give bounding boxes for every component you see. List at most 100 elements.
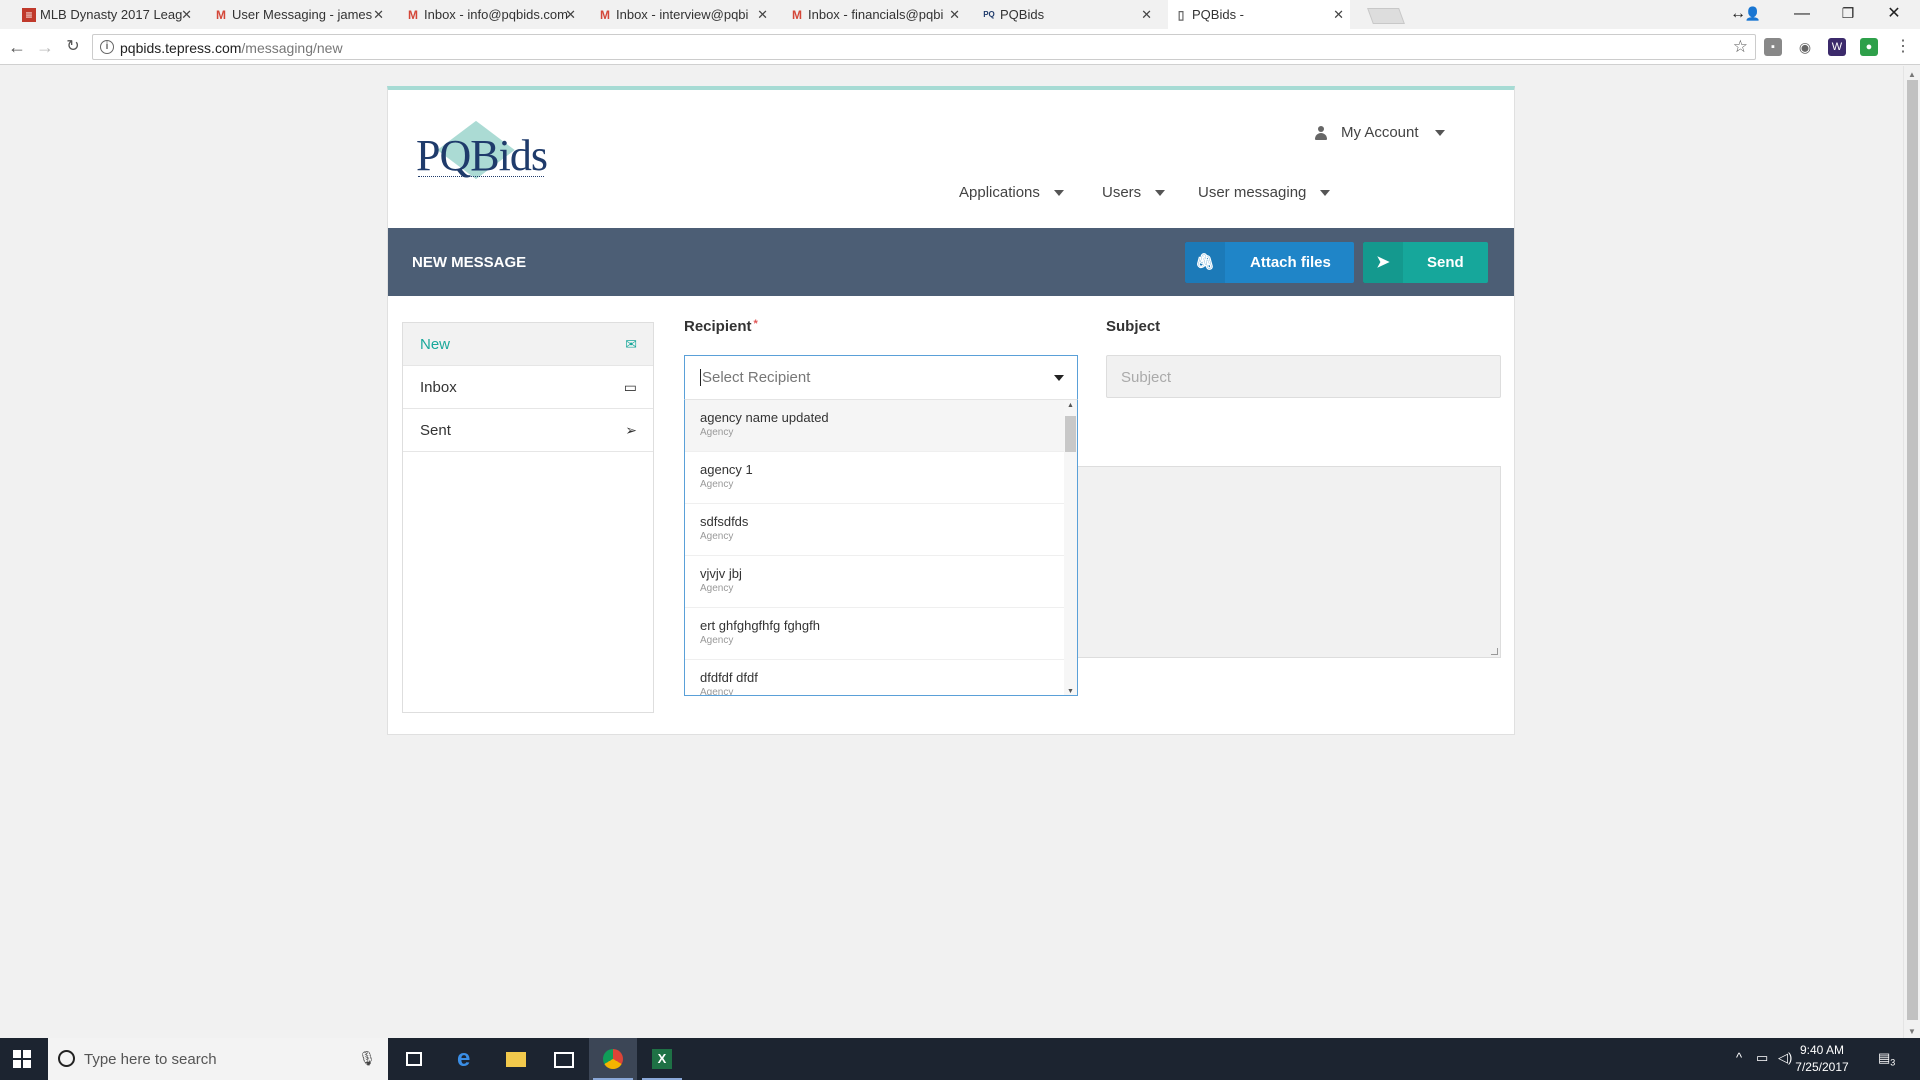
nav-users[interactable]: Users — [1102, 184, 1166, 201]
subject-placeholder: Subject — [1121, 369, 1172, 386]
task-view-glyph — [406, 1052, 422, 1066]
chevron-down-icon — [1155, 189, 1166, 196]
page-scrollbar[interactable]: ▲ ▼ — [1903, 66, 1920, 1038]
message-sidebar: New ✉ Inbox ▭ Sent ➢ — [402, 322, 654, 713]
dropdown-scroll-thumb[interactable] — [1065, 416, 1076, 452]
subject-input[interactable]: Subject — [1106, 355, 1501, 398]
attach-files-label: Attach files — [1250, 254, 1331, 271]
attach-files-button[interactable]: 🖇 Attach files — [1185, 242, 1354, 283]
recipient-select[interactable]: Select Recipient — [684, 355, 1078, 399]
sidebar-item-sent[interactable]: Sent ➢ — [403, 409, 653, 452]
scroll-down-icon[interactable]: ▼ — [1067, 688, 1074, 695]
user-icon — [1315, 125, 1327, 140]
url-text: pqbids.tepress.com/messaging/new — [120, 40, 343, 56]
chrome-taskbar-icon[interactable] — [589, 1038, 637, 1080]
pqbids-favicon: PQ — [983, 10, 995, 19]
send-button[interactable]: ➤ Send — [1363, 242, 1488, 283]
page-title: NEW MESSAGE — [412, 254, 527, 271]
sidebar-item-new[interactable]: New ✉ — [403, 323, 653, 366]
close-window-icon[interactable]: ✕ — [1872, 0, 1916, 29]
scroll-thumb[interactable] — [1907, 80, 1918, 1020]
edge-browser-icon[interactable]: e — [443, 1038, 491, 1080]
windows-start-icon[interactable] — [13, 1050, 31, 1068]
eye-extension-icon[interactable]: ◉ — [1796, 38, 1814, 56]
folder-glyph — [506, 1052, 526, 1067]
microphone-icon[interactable]: 🎙 — [358, 1050, 376, 1067]
recipient-option[interactable]: vjvjv jbj Agency — [685, 556, 1077, 608]
recipient-option-name: dfdfdf dfdf — [700, 670, 758, 685]
browser-tab[interactable]: M Inbox - interview@pqbi ✕ — [592, 0, 774, 29]
inbox-icon: ▭ — [623, 379, 637, 395]
forward-icon[interactable]: → — [32, 34, 58, 60]
address-bar[interactable]: i pqbids.tepress.com/messaging/new ☆ — [92, 34, 1756, 60]
pqbids-logo[interactable]: PQBids — [416, 118, 548, 188]
back-icon[interactable]: ← — [4, 34, 30, 60]
chevron-down-icon — [1053, 189, 1064, 196]
my-account-menu[interactable]: My Account — [1315, 124, 1445, 141]
file-explorer-icon[interactable] — [492, 1038, 540, 1080]
new-extension-icon[interactable]: ● — [1860, 38, 1878, 56]
network-icon[interactable]: ▭ — [1756, 1050, 1768, 1066]
browser-tab[interactable]: PQ PQBids ✕ — [976, 0, 1158, 29]
task-view-icon[interactable] — [392, 1038, 440, 1080]
restore-icon[interactable]: ❐ — [1826, 0, 1870, 29]
scroll-up-icon[interactable]: ▲ — [1067, 402, 1074, 409]
w-extension-icon[interactable]: W — [1828, 38, 1846, 56]
taskbar-clock[interactable]: 9:40 AM 7/25/2017 — [1782, 1042, 1862, 1076]
page-icon: ▯ — [1177, 8, 1185, 22]
extension-icon[interactable]: ▪ — [1764, 38, 1782, 56]
recipient-option-name: sdfsdfds — [700, 514, 749, 529]
minimize-icon[interactable]: — — [1780, 0, 1824, 29]
resize-handle-icon[interactable] — [1491, 648, 1498, 655]
recipient-option[interactable]: agency name updated Agency — [685, 400, 1077, 452]
chrome-glyph — [603, 1049, 623, 1069]
sidebar-item-inbox[interactable]: Inbox ▭ — [403, 366, 653, 409]
browser-tab[interactable]: M Inbox - info@pqbids.com ✕ — [400, 0, 582, 29]
show-hidden-icons-icon[interactable]: ^ — [1736, 1050, 1742, 1065]
recipient-option-type: Agency — [700, 687, 734, 696]
message-body-textarea[interactable] — [1078, 466, 1501, 658]
subject-label: Subject — [1106, 318, 1161, 335]
profile-icon[interactable]: 👤 — [1740, 0, 1766, 29]
close-tab-icon[interactable]: ✕ — [1333, 7, 1344, 23]
recipient-option[interactable]: ert ghfghgfhfg fghgfh Agency — [685, 608, 1077, 660]
messaging-card: PQBids My Account Applications Users Use… — [387, 86, 1515, 735]
browser-tab-active[interactable]: ▯ PQBids - ✕ — [1168, 0, 1350, 29]
scroll-down-icon[interactable]: ▼ — [1908, 1027, 1916, 1036]
close-tab-icon[interactable]: ✕ — [757, 7, 768, 23]
new-tab-button[interactable] — [1367, 8, 1405, 24]
recipient-option[interactable]: dfdfdf dfdf Agency — [685, 660, 1077, 696]
close-tab-icon[interactable]: ✕ — [373, 7, 384, 23]
action-center-icon[interactable]: ▤3 — [1878, 1050, 1895, 1068]
browser-tab[interactable]: M User Messaging - james ✕ — [208, 0, 390, 29]
dropdown-scrollbar[interactable]: ▲ ▼ — [1064, 400, 1077, 695]
sidebar-item-label: Inbox — [420, 379, 457, 396]
info-icon[interactable]: i — [100, 40, 114, 54]
scroll-up-icon[interactable]: ▲ — [1908, 70, 1916, 79]
windows-taskbar: Type here to search 🎙 e X ^ ▭ ◁) 9:40 AM… — [0, 1038, 1920, 1080]
browser-tab[interactable]: M Inbox - financials@pqbi ✕ — [784, 0, 966, 29]
close-tab-icon[interactable]: ✕ — [565, 7, 576, 23]
reload-icon[interactable]: ↻ — [60, 34, 86, 60]
close-tab-icon[interactable]: ✕ — [1141, 7, 1152, 23]
menu-icon[interactable]: ⋮ — [1890, 34, 1916, 60]
nav-user-messaging[interactable]: User messaging — [1198, 184, 1331, 201]
close-tab-icon[interactable]: ✕ — [181, 7, 192, 23]
nav-label: Applications — [959, 184, 1040, 201]
recipient-option-name: agency name updated — [700, 410, 829, 425]
excel-taskbar-icon[interactable]: X — [638, 1038, 686, 1080]
browser-tab[interactable]: ≡ MLB Dynasty 2017 Leag ✕ — [16, 0, 198, 29]
envelope-icon: ✉ — [625, 336, 637, 352]
recipient-option[interactable]: agency 1 Agency — [685, 452, 1077, 504]
gmail-icon: M — [408, 8, 418, 22]
store-icon[interactable] — [540, 1038, 588, 1080]
recipient-option-type: Agency — [700, 479, 734, 490]
taskbar-search-placeholder: Type here to search — [84, 1051, 217, 1068]
close-tab-icon[interactable]: ✕ — [949, 7, 960, 23]
bookmark-star-icon[interactable]: ☆ — [1733, 37, 1748, 57]
recipient-option[interactable]: sdfsdfds Agency — [685, 504, 1077, 556]
gmail-icon: M — [216, 8, 226, 22]
taskbar-search-box[interactable]: Type here to search 🎙 — [48, 1038, 388, 1080]
nav-applications[interactable]: Applications — [959, 184, 1064, 201]
chevron-down-icon — [1320, 189, 1331, 196]
